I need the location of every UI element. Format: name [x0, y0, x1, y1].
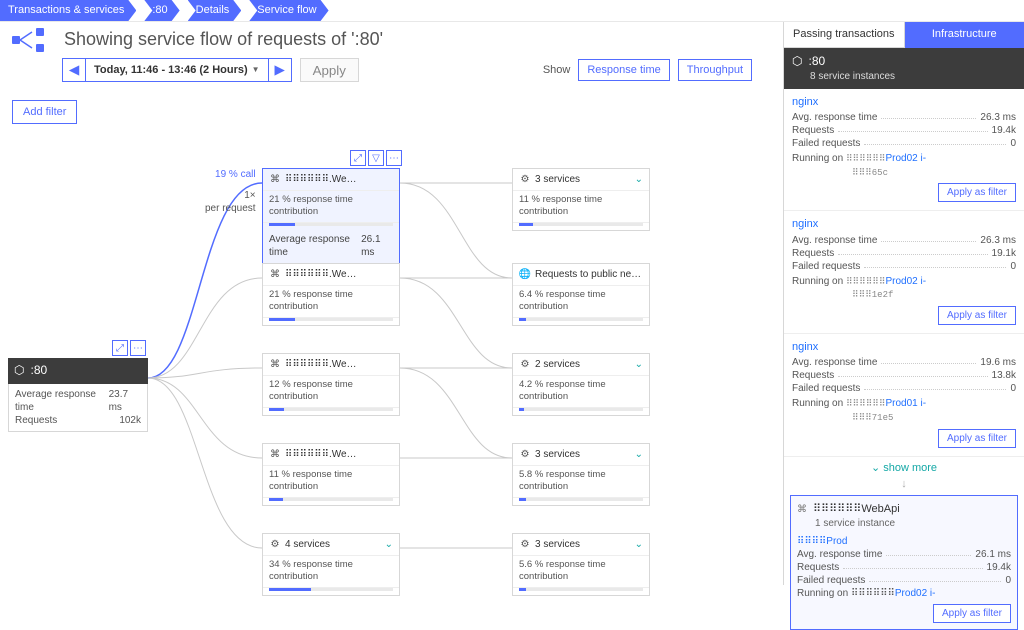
crumb-transactions[interactable]: Transactions & services [0, 0, 136, 21]
host-link[interactable]: Prod01 i- [886, 398, 927, 409]
chevron-down-icon[interactable]: ⌄ [635, 448, 643, 461]
chevron-down-icon[interactable]: ⌄ [385, 538, 393, 551]
chevron-down-icon[interactable]: ⌄ [635, 173, 643, 186]
app-icon: ⌘ [269, 269, 281, 281]
edge-label: 19 % call 1× per request [205, 168, 256, 215]
root-node[interactable]: ⬡:80 Average response time23.7 ms Reques… [8, 358, 148, 432]
host-link[interactable]: Prod02 i- [886, 276, 927, 287]
sidebar-header: ⬡:80 8 service instances [784, 48, 1024, 89]
instance-name[interactable]: nginx [792, 217, 1016, 231]
sidebar-tabs: Passing transactions Infrastructure [784, 22, 1024, 48]
service-icon: ⬡ [792, 54, 802, 70]
app-icon: ⌘ [269, 174, 281, 186]
gear-icon: ⚙ [519, 539, 531, 551]
expand-icon[interactable]: ⤢ [112, 340, 128, 356]
host-link[interactable]: Prod02 i- [886, 153, 927, 164]
webapi-link[interactable]: ⠿⠿⠿⠿Prod [797, 536, 847, 547]
flow-node[interactable]: 🌐Requests to public netw…6.4 % response … [512, 263, 650, 326]
more-icon[interactable]: ⋯ [130, 340, 146, 356]
more-icon[interactable]: ⋯ [386, 150, 402, 166]
apply-as-filter-button[interactable]: Apply as filter [933, 604, 1011, 623]
chevron-down-icon[interactable]: ⌄ [635, 358, 643, 371]
host-link[interactable]: Prod02 i- [895, 588, 936, 599]
crumb-service-flow[interactable]: Service flow [249, 0, 328, 21]
apply-as-filter-button[interactable]: Apply as filter [938, 183, 1016, 202]
gear-icon: ⚙ [519, 449, 531, 461]
crumb-details[interactable]: Details [188, 0, 242, 21]
breadcrumb: Transactions & services :80 Details Serv… [0, 0, 1024, 22]
apply-as-filter-button[interactable]: Apply as filter [938, 306, 1016, 325]
app-icon: ⌘ [797, 503, 807, 516]
tab-passing-transactions[interactable]: Passing transactions [784, 22, 905, 48]
filter-icon[interactable]: ▽ [368, 150, 384, 166]
root-node-actions: ⤢ ⋯ [112, 340, 146, 356]
flow-node[interactable]: ⌘⠿⠿⠿⠿⠿⠿.We…12 % response time contributi… [262, 353, 400, 416]
instance-name[interactable]: nginx [792, 95, 1016, 109]
app-icon: ⌘ [269, 359, 281, 371]
webapi-card[interactable]: ⌘⠿⠿⠿⠿⠿⠿WebApi 1 service instance ⠿⠿⠿⠿Pro… [790, 495, 1018, 630]
instance-card: nginxAvg. response time26.3 msRequests19… [784, 211, 1024, 334]
service-icon: ⬡ [14, 363, 24, 379]
flow-node[interactable]: ⚙3 services⌄11 % response time contribut… [512, 168, 650, 231]
node-actions: ⤢ ▽ ⋯ [350, 150, 402, 166]
chevron-down-icon[interactable]: ⌄ [635, 538, 643, 551]
globe-icon: 🌐 [519, 269, 531, 281]
show-label: Show [543, 63, 571, 77]
instance-name[interactable]: nginx [792, 340, 1016, 354]
sidebar: Passing transactions Infrastructure ⬡:80… [783, 22, 1024, 585]
gear-icon: ⚙ [269, 539, 281, 551]
page-title: Showing service flow of requests of ':80… [64, 28, 383, 51]
tab-infrastructure[interactable]: Infrastructure [905, 22, 1024, 48]
flow-node[interactable]: ⚙4 services⌄34 % response time contribut… [262, 533, 400, 596]
gear-icon: ⚙ [519, 174, 531, 186]
expand-icon[interactable]: ⤢ [350, 150, 366, 166]
gear-icon: ⚙ [519, 359, 531, 371]
show-more[interactable]: ⌄ show more [784, 457, 1024, 479]
flow-node[interactable]: ⚙3 services⌄5.6 % response time contribu… [512, 533, 650, 596]
flow-node[interactable]: ⌘⠿⠿⠿⠿⠿⠿.We…11 % response time contributi… [262, 443, 400, 506]
instance-card: nginxAvg. response time26.3 msRequests19… [784, 89, 1024, 212]
flow-node[interactable]: ⚙3 services⌄5.8 % response time contribu… [512, 443, 650, 506]
apply-as-filter-button[interactable]: Apply as filter [938, 429, 1016, 448]
chevron-down-icon: ▼ [252, 65, 260, 75]
arrow-down-icon: ↓ [784, 477, 1024, 491]
instance-card: nginxAvg. response time19.6 msRequests13… [784, 334, 1024, 457]
flow-canvas: ⤢ ⋯ ⬡:80 Average response time23.7 ms Re… [0, 78, 783, 585]
app-icon: ⌘ [269, 449, 281, 461]
flow-node[interactable]: ⚙2 services⌄4.2 % response time contribu… [512, 353, 650, 416]
crumb-service[interactable]: :80 [144, 0, 179, 21]
service-flow-icon [12, 28, 52, 52]
flow-node[interactable]: ⌘⠿⠿⠿⠿⠿⠿.We…21 % response time contributi… [262, 263, 400, 326]
